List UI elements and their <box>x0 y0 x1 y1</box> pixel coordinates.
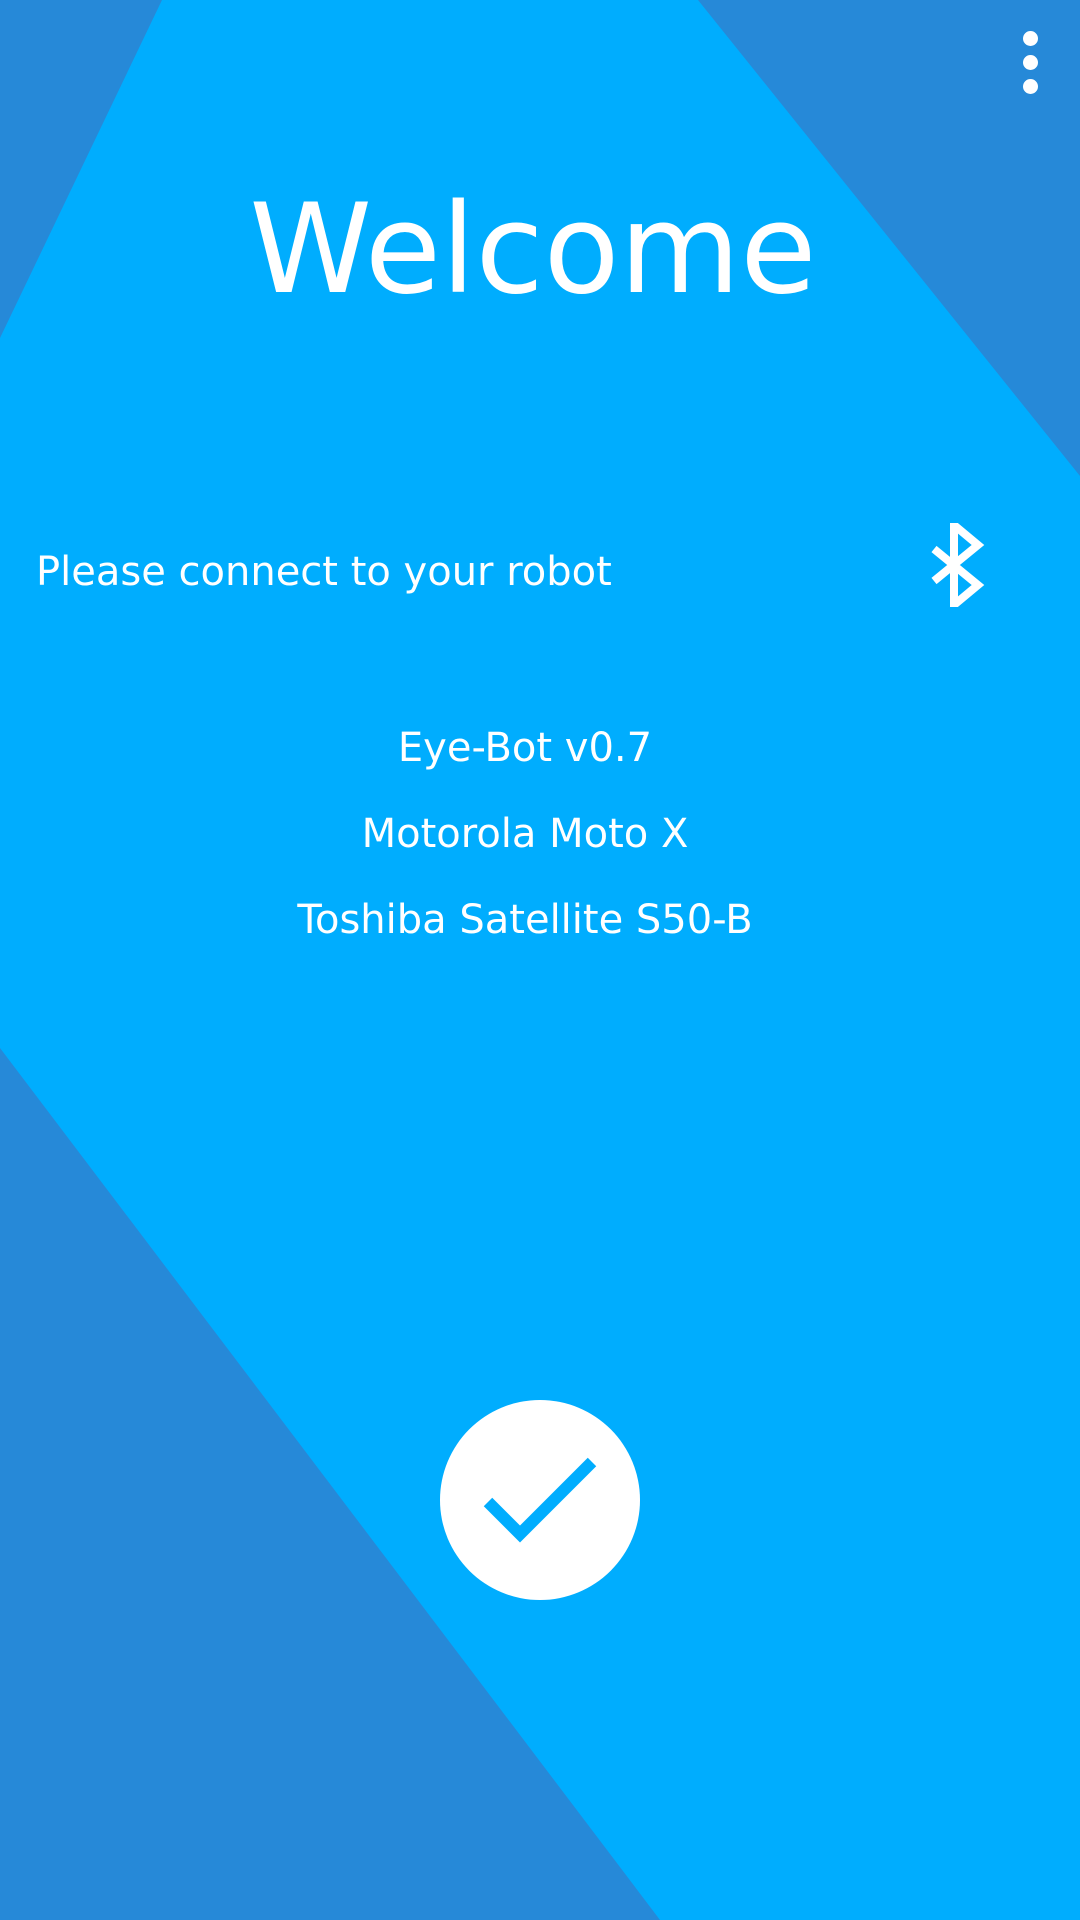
device-item-eye-bot[interactable]: Eye-Bot v0.7 <box>0 718 1050 804</box>
page-title: Welcome <box>249 178 817 322</box>
confirm-button[interactable] <box>440 1400 640 1600</box>
overflow-menu-button[interactable] <box>1000 24 1060 100</box>
connect-prompt: Please connect to your robot <box>36 549 612 595</box>
device-item-motorola-moto-x[interactable]: Motorola Moto X <box>0 804 1050 890</box>
device-item-toshiba-satellite[interactable]: Toshiba Satellite S50-B <box>0 890 1050 976</box>
more-vertical-icon-dot <box>1022 78 1038 94</box>
device-list: Eye-Bot v0.7 Motorola Moto X Toshiba Sat… <box>0 718 1050 976</box>
bluetooth-icon <box>931 523 985 607</box>
bluetooth-button[interactable] <box>920 518 996 612</box>
more-vertical-icon-dot <box>1022 54 1038 70</box>
checkmark-icon <box>483 1457 597 1543</box>
more-vertical-icon <box>1022 30 1038 46</box>
